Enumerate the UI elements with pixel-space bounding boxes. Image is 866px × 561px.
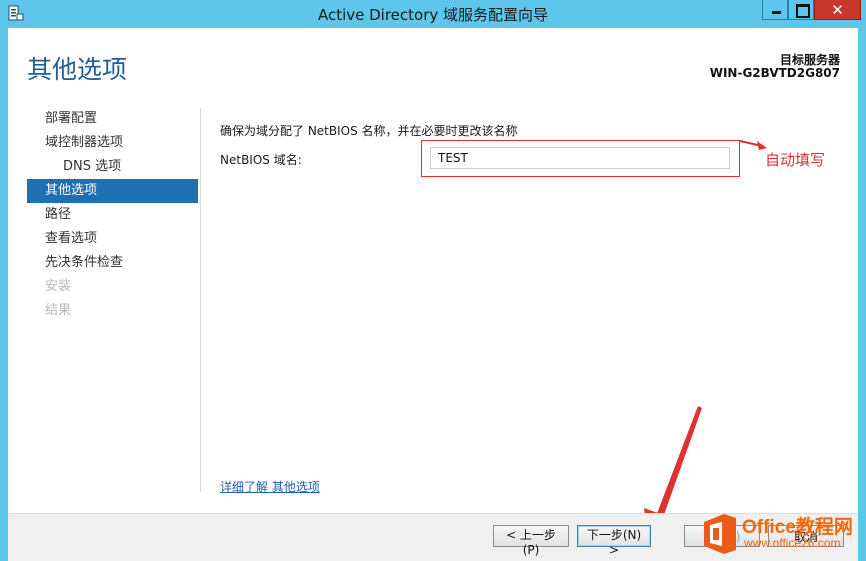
previous-button[interactable]: < 上一步(P) <box>493 525 569 557</box>
netbios-label: NetBIOS 域名: <box>220 153 302 167</box>
target-server-name: WIN-G2BVTD2G807 <box>709 66 840 80</box>
nav-item-deployment[interactable]: 部署配置 <box>27 107 198 131</box>
nav-item-additional-options[interactable]: 其他选项 <box>27 179 198 203</box>
annotation-highlight-box <box>421 140 740 177</box>
title-bar: Active Directory 域服务配置向导 ✕ <box>0 0 866 28</box>
page-title: 其他选项 <box>27 55 128 84</box>
nav-item-paths[interactable]: 路径 <box>27 203 198 227</box>
learn-more-link[interactable]: 详细了解 其他选项 <box>220 478 320 495</box>
nav-item-dc-options[interactable]: 域控制器选项 <box>27 131 198 155</box>
close-button[interactable]: ✕ <box>814 0 861 20</box>
maximize-button[interactable] <box>788 0 814 20</box>
nav-divider <box>200 108 201 492</box>
wizard-body: 其他选项 目标服务器 WIN-G2BVTD2G807 部署配置 域控制器选项 D… <box>8 28 858 561</box>
minimize-button[interactable] <box>762 0 788 20</box>
watermark-brand: Office教程网 <box>742 517 853 538</box>
nav-item-install: 安装 <box>45 279 72 294</box>
window-title: Active Directory 域服务配置向导 <box>317 6 549 24</box>
watermark: Office教程网 www.office26.com <box>700 510 866 561</box>
annotation-text: 自动填写 <box>765 151 826 169</box>
wizard-nav: 部署配置 域控制器选项 DNS 选项 其他选项 路径 查看选项 先决条件检查 安… <box>27 107 198 323</box>
instruction-text: 确保为域分配了 NetBIOS 名称，并在必要时更改该名称 <box>220 124 518 138</box>
annotation-arrow-icon <box>739 140 767 150</box>
close-icon: ✕ <box>831 1 844 19</box>
nav-item-review[interactable]: 查看选项 <box>27 227 198 251</box>
watermark-url: www.office26.com <box>744 536 841 550</box>
next-button[interactable]: 下一步(N) > <box>577 525 651 557</box>
nav-item-results: 结果 <box>45 303 72 318</box>
office-logo-icon <box>704 514 736 554</box>
nav-item-prereq-check[interactable]: 先决条件检查 <box>27 251 198 275</box>
nav-item-dns-options[interactable]: DNS 选项 <box>27 155 198 179</box>
